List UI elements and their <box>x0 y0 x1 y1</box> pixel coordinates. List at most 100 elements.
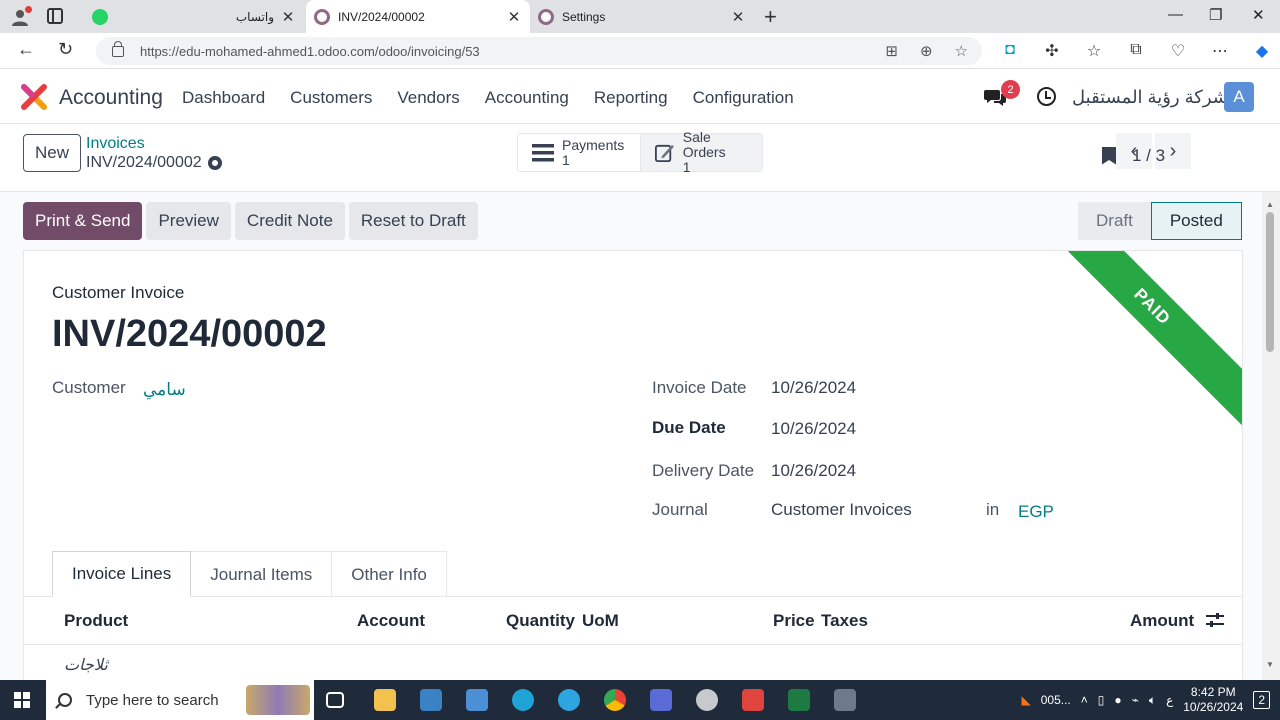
invoice-lines-header: Product Account Quantity UoM Price Taxes… <box>24 597 1242 645</box>
column-price[interactable]: Price <box>773 611 815 631</box>
invoice-type: Customer Invoice <box>52 283 185 302</box>
scroll-thumb[interactable] <box>1266 212 1274 352</box>
payments-smart-button[interactable]: Payments 1 <box>518 134 640 171</box>
store-icon[interactable] <box>420 689 442 711</box>
sale-orders-smart-button[interactable]: Sale Orders 1 <box>640 130 762 175</box>
menu-accounting[interactable]: Accounting <box>485 88 569 108</box>
credit-note-button[interactable]: Credit Note <box>234 202 345 240</box>
notifications-icon[interactable]: 2 <box>1253 691 1270 709</box>
close-tab-icon[interactable]: ✕ <box>278 8 298 26</box>
pager-value[interactable]: 1 / 3 <box>1132 146 1165 166</box>
tab-invoice[interactable]: INV/2024/00002 ✕ <box>306 0 530 33</box>
menu-dashboard[interactable]: Dashboard <box>182 88 265 108</box>
main-menu: Dashboard Customers Vendors Accounting R… <box>182 88 794 108</box>
telegram-icon[interactable] <box>558 689 580 711</box>
network-icon[interactable]: ⌁ <box>1132 693 1139 707</box>
gear-icon[interactable] <box>207 156 222 170</box>
edge-icon[interactable] <box>512 689 534 711</box>
customer-value[interactable]: سامي <box>143 380 186 400</box>
status-draft[interactable]: Draft <box>1078 202 1151 240</box>
menu-configuration[interactable]: Configuration <box>693 88 794 108</box>
mail-icon[interactable] <box>466 689 488 711</box>
currency-value[interactable]: EGP <box>1018 502 1054 522</box>
show-hidden-icons-icon[interactable]: ˄ <box>1081 693 1088 707</box>
company-switcher[interactable]: شركة رؤية المستقبل <box>1072 87 1228 108</box>
tab-settings[interactable]: Settings ✕ <box>530 0 754 33</box>
tab-actions-icon[interactable] <box>47 8 63 24</box>
user-avatar[interactable]: A <box>1224 82 1254 112</box>
new-tab-icon[interactable]: + <box>764 4 777 30</box>
calculator-icon[interactable] <box>834 689 856 711</box>
zoom-icon[interactable]: ⊕ <box>920 42 933 60</box>
line-product[interactable]: ثلاجات <box>64 655 108 675</box>
page-scrollbar[interactable]: ▲ ▼ <box>1262 192 1280 680</box>
new-button[interactable]: New <box>23 134 81 172</box>
restore-icon[interactable]: ❐ <box>1209 6 1222 24</box>
close-window-icon[interactable]: ✕ <box>1252 6 1265 24</box>
tab-other-info[interactable]: Other Info <box>332 551 447 597</box>
invoice-date-value[interactable]: 10/26/2024 <box>771 378 856 398</box>
microphone-icon[interactable]: ● <box>1114 693 1121 707</box>
column-uom[interactable]: UoM <box>582 611 619 631</box>
menu-customers[interactable]: Customers <box>290 88 372 108</box>
windows-start-icon[interactable] <box>14 692 30 708</box>
preview-button[interactable]: Preview <box>146 202 231 240</box>
back-icon[interactable]: ← <box>17 39 35 60</box>
tray-app-icon[interactable]: ◣ <box>1022 693 1031 707</box>
copilot-icon[interactable]: ◆ <box>1252 41 1272 61</box>
extensions-puzzle-icon[interactable]: ✣ <box>1042 41 1062 61</box>
refresh-icon[interactable]: ↻ <box>58 39 73 60</box>
file-explorer-icon[interactable] <box>374 689 396 711</box>
column-amount[interactable]: Amount <box>1130 611 1194 631</box>
extension-icon[interactable]: ◘ <box>1000 41 1020 61</box>
search-highlight-icon[interactable] <box>246 685 310 715</box>
journal-value[interactable]: Customer Invoices <box>771 500 912 520</box>
tab-whatsapp[interactable]: واتساب ✕ <box>84 0 304 33</box>
close-tab-icon[interactable]: ✕ <box>504 8 524 26</box>
browser-essentials-icon[interactable]: ♡ <box>1168 41 1188 61</box>
bookmark-icon[interactable] <box>1102 146 1116 165</box>
recorder-icon[interactable] <box>650 689 672 711</box>
address-bar[interactable]: https://edu-mohamed-ahmed1.odoo.com/odoo… <box>96 37 982 65</box>
clock[interactable]: 8:42 PM 10/26/2024 <box>1183 685 1243 715</box>
customer-label: Customer <box>52 378 126 397</box>
reset-to-draft-button[interactable]: Reset to Draft <box>348 202 478 240</box>
accounting-app-icon[interactable] <box>21 84 47 110</box>
favorites-icon[interactable]: ☆ <box>1084 41 1104 61</box>
scroll-up-icon[interactable]: ▲ <box>1266 200 1274 209</box>
minimize-icon[interactable]: — <box>1168 6 1183 23</box>
column-taxes[interactable]: Taxes <box>821 611 868 631</box>
battery-icon[interactable]: ▯ <box>1098 693 1105 707</box>
volume-icon[interactable]: 🔈︎ <box>1149 693 1156 708</box>
collections-icon[interactable]: ⧉ <box>1126 41 1146 61</box>
status-posted[interactable]: Posted <box>1150 202 1242 240</box>
tray-app-label[interactable]: 005... <box>1041 693 1071 707</box>
language-indicator[interactable]: ع <box>1166 693 1173 707</box>
tab-journal-items[interactable]: Journal Items <box>191 551 333 597</box>
profile-icon[interactable] <box>10 6 32 27</box>
menu-vendors[interactable]: Vendors <box>397 88 459 108</box>
breadcrumb-invoices[interactable]: Invoices <box>86 135 145 153</box>
column-quantity[interactable]: Quantity <box>506 611 575 631</box>
tab-invoice-lines[interactable]: Invoice Lines <box>52 551 192 597</box>
task-view-icon[interactable] <box>326 692 344 708</box>
column-account[interactable]: Account <box>357 611 425 631</box>
screen-tool-icon[interactable] <box>696 689 718 711</box>
close-tab-icon[interactable]: ✕ <box>728 8 748 26</box>
column-product[interactable]: Product <box>64 611 128 631</box>
due-date-value[interactable]: 10/26/2024 <box>771 419 856 439</box>
menu-reporting[interactable]: Reporting <box>594 88 668 108</box>
favorite-star-icon[interactable]: ☆ <box>955 42 968 60</box>
scroll-down-icon[interactable]: ▼ <box>1266 660 1274 669</box>
anydesk-icon[interactable] <box>742 689 764 711</box>
app-available-icon[interactable]: ⊞ <box>885 42 898 60</box>
activity-clock-icon[interactable] <box>1037 87 1056 106</box>
optional-columns-icon[interactable] <box>1206 613 1224 627</box>
more-menu-icon[interactable]: ⋯ <box>1210 41 1230 61</box>
excel-icon[interactable] <box>788 689 810 711</box>
app-name[interactable]: Accounting <box>59 86 163 110</box>
chrome-icon[interactable] <box>604 689 626 711</box>
clock-time: 8:42 PM <box>1190 685 1236 699</box>
print-send-button[interactable]: Print & Send <box>23 202 143 240</box>
delivery-date-value[interactable]: 10/26/2024 <box>771 461 856 481</box>
